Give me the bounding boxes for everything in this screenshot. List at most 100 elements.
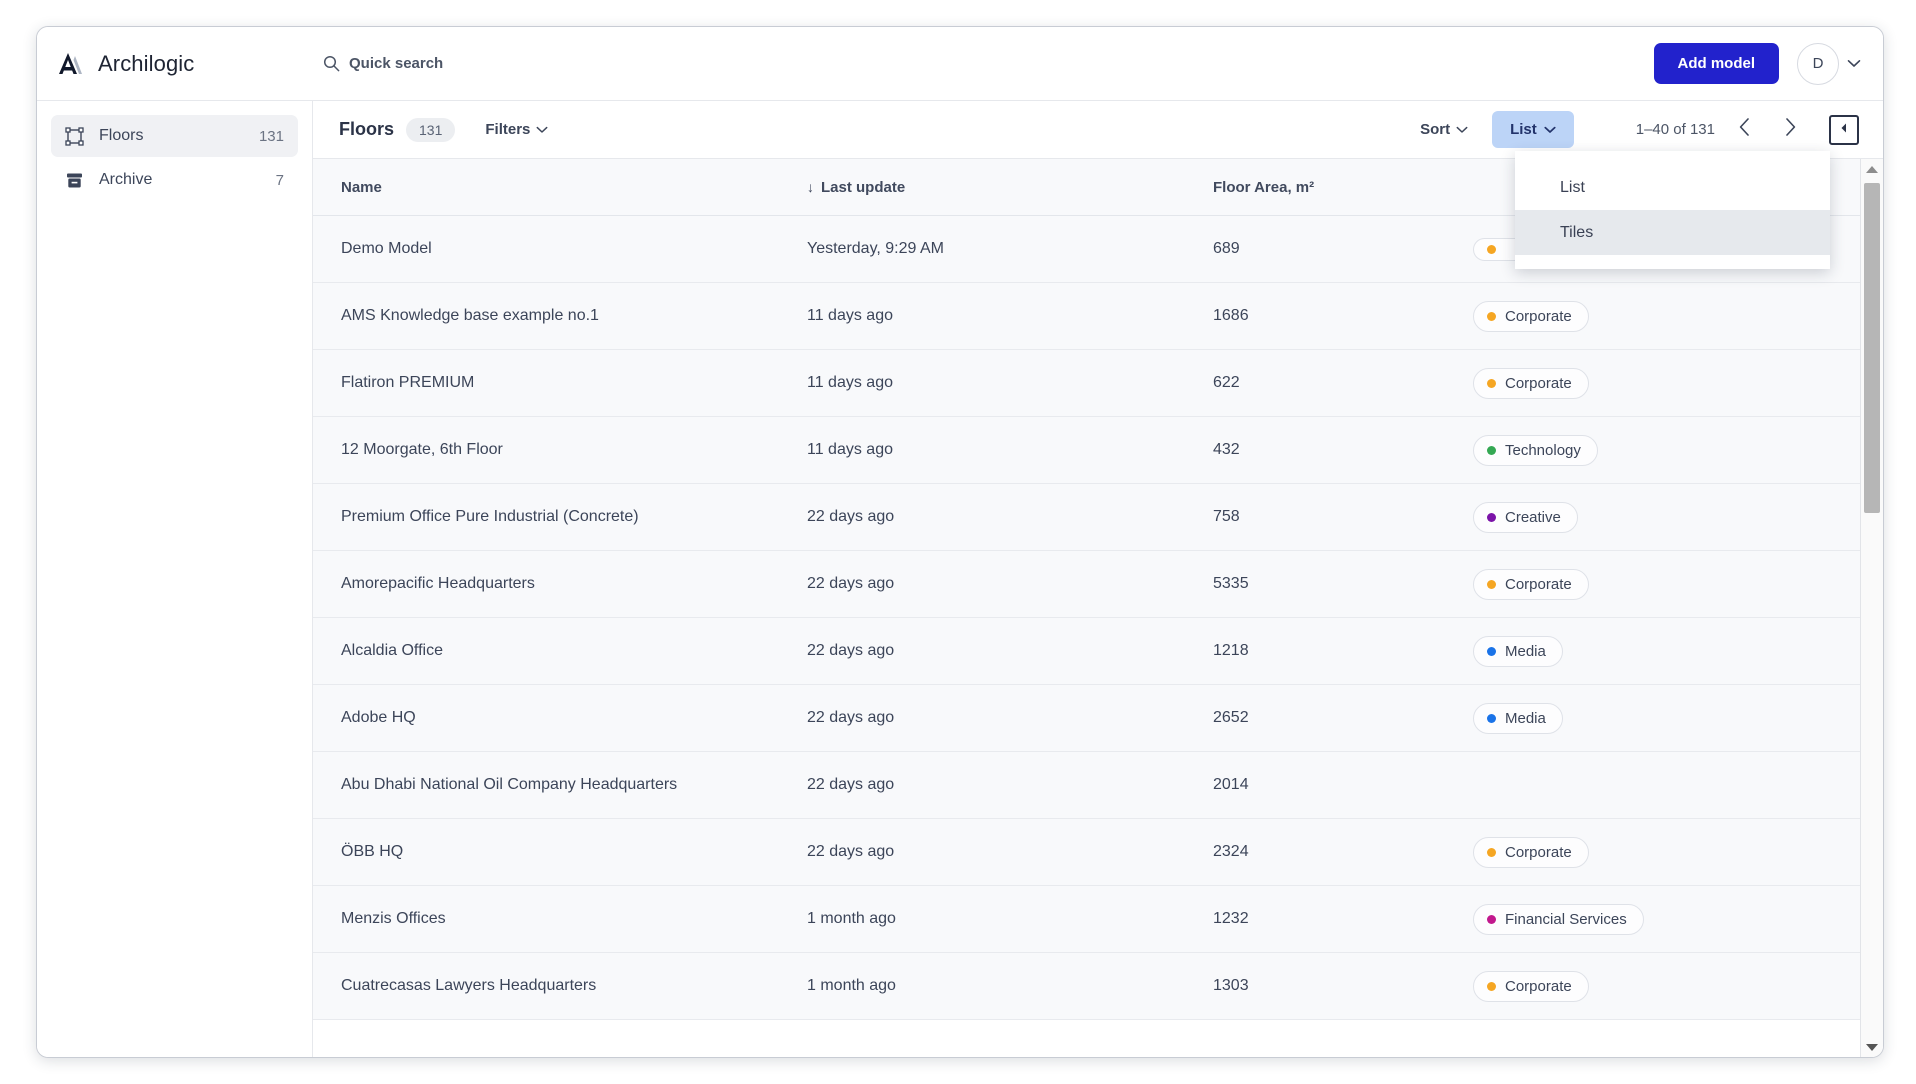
add-model-button[interactable]: Add model — [1653, 43, 1779, 84]
table-row[interactable]: Premium Office Pure Industrial (Concrete… — [313, 484, 1883, 551]
tag-color-dot — [1487, 579, 1496, 589]
table-row[interactable]: AMS Knowledge base example no.1 11 days a… — [313, 283, 1883, 350]
chevron-down-icon — [1456, 121, 1468, 138]
table-row[interactable]: Adobe HQ 22 days ago 2652 Media — [313, 685, 1883, 752]
next-page-button[interactable] — [1773, 113, 1807, 147]
table-row[interactable]: Abu Dhabi National Oil Company Headquart… — [313, 752, 1883, 819]
table-row[interactable]: Alcaldia Office 22 days ago 1218 Media — [313, 618, 1883, 685]
cell-name: ÖBB HQ — [341, 843, 404, 860]
tag-label: Financial Services — [1505, 910, 1627, 928]
view-mode-button[interactable]: List — [1492, 111, 1574, 148]
collapse-panel-button[interactable] — [1829, 114, 1859, 145]
cell-floor-area: 5335 — [1213, 575, 1249, 592]
cell-last-update: 22 days ago — [807, 709, 895, 726]
tag-chip[interactable]: Corporate — [1473, 300, 1589, 332]
archive-box-icon — [65, 171, 84, 190]
tag-chip[interactable]: Technology — [1473, 434, 1598, 466]
cell-last-update: 1 month ago — [807, 977, 896, 994]
table-body: Demo Model Yesterday, 9:29 AM 689 AMS Knowl… — [313, 216, 1883, 1020]
top-bar: Archilogic Quick search Add model D — [37, 27, 1883, 101]
chevron-down-icon — [536, 121, 548, 138]
tag-label: Corporate — [1505, 575, 1572, 593]
cell-last-update: 22 days ago — [807, 776, 895, 793]
table-row[interactable]: ÖBB HQ 22 days ago 2324 Corporate — [313, 819, 1883, 886]
tag-color-dot — [1487, 244, 1496, 254]
table-row[interactable]: Menzis Offices 1 month ago 1232 Financial S… — [313, 886, 1883, 953]
table-row[interactable]: Amorepacific Headquarters 22 days ago 5335… — [313, 551, 1883, 618]
column-header-name[interactable]: Name — [313, 179, 807, 196]
tag-color-dot — [1487, 311, 1496, 321]
floorplan-icon — [65, 126, 84, 146]
table-row[interactable]: Cuatrecasas Lawyers Headquarters 1 month … — [313, 953, 1883, 1020]
tag-label: Creative — [1505, 508, 1561, 526]
sidebar: Floors 131 Archive 7 — [37, 101, 313, 1057]
cell-name: Alcaldia Office — [341, 642, 443, 659]
tag-chip[interactable]: Creative — [1473, 501, 1578, 533]
scroll-up-arrow-icon[interactable] — [1861, 159, 1883, 179]
tag-color-dot — [1487, 378, 1496, 388]
tag-color-dot — [1487, 847, 1496, 857]
search-input[interactable]: Quick search — [323, 55, 443, 72]
cell-floor-area: 2652 — [1213, 709, 1249, 726]
account-menu[interactable]: D — [1797, 42, 1861, 85]
cell-name: Menzis Offices — [341, 910, 446, 927]
tag-chip[interactable]: Media — [1473, 702, 1563, 734]
chevron-down-icon — [1544, 121, 1556, 138]
vertical-scrollbar[interactable] — [1860, 159, 1883, 1057]
cell-last-update: 22 days ago — [807, 642, 895, 659]
cell-last-update: 22 days ago — [807, 843, 895, 860]
cell-last-update: 22 days ago — [807, 508, 895, 525]
chevron-down-icon — [1847, 59, 1861, 68]
cell-name: AMS Knowledge base example no.1 — [341, 307, 599, 324]
tag-chip[interactable]: Corporate — [1473, 367, 1589, 399]
view-mode-dropdown-menu: List Tiles — [1515, 151, 1830, 269]
tag-label: Media — [1505, 642, 1546, 660]
column-header-floor-area[interactable]: Floor Area, m² — [1213, 179, 1473, 196]
collapse-panel-icon — [1839, 121, 1849, 139]
sort-label: Sort — [1420, 121, 1451, 138]
sidebar-item-archive[interactable]: Archive 7 — [51, 159, 298, 201]
tag-chip[interactable]: Financial Services — [1473, 903, 1644, 935]
scroll-down-arrow-icon[interactable] — [1861, 1037, 1883, 1057]
view-menu-item-list[interactable]: List — [1515, 165, 1830, 210]
cell-tags: Corporate — [1473, 367, 1883, 399]
chevron-right-icon — [1784, 117, 1797, 142]
search-icon — [323, 55, 340, 72]
brand[interactable]: Archilogic — [55, 49, 295, 79]
sidebar-item-floors[interactable]: Floors 131 — [51, 115, 298, 157]
tag-chip[interactable]: Corporate — [1473, 568, 1589, 600]
cell-tags: Corporate — [1473, 836, 1883, 868]
view-menu-item-tiles[interactable]: Tiles — [1515, 210, 1830, 255]
cell-tags: Media — [1473, 702, 1883, 734]
cell-floor-area: 432 — [1213, 441, 1240, 458]
sidebar-item-label: Floors — [99, 127, 144, 144]
view-mode-label: List — [1510, 121, 1537, 138]
tag-chip[interactable]: Media — [1473, 635, 1563, 667]
tag-chip[interactable]: Corporate — [1473, 836, 1589, 868]
cell-name: 12 Moorgate, 6th Floor — [341, 441, 503, 458]
cell-last-update: 11 days ago — [807, 374, 893, 391]
cell-floor-area: 2014 — [1213, 776, 1249, 793]
table-row[interactable]: Flatiron PREMIUM 11 days ago 622 Corporate — [313, 350, 1883, 417]
previous-page-button[interactable] — [1727, 113, 1761, 147]
brand-name: Archilogic — [98, 50, 195, 76]
cell-tags: Financial Services — [1473, 903, 1883, 935]
chevron-left-icon — [1738, 117, 1751, 142]
cell-floor-area: 622 — [1213, 374, 1240, 391]
table-row[interactable]: 12 Moorgate, 6th Floor 11 days ago 432 Tech… — [313, 417, 1883, 484]
filters-button[interactable]: Filters — [485, 121, 548, 138]
tag-chip[interactable]: Corporate — [1473, 970, 1589, 1002]
cell-tags: Creative — [1473, 501, 1883, 533]
cell-name: Abu Dhabi National Oil Company Headquart… — [341, 776, 678, 793]
top-bar-actions: Add model D — [1653, 27, 1862, 100]
cell-tags: Corporate — [1473, 300, 1883, 332]
tag-label: Corporate — [1505, 307, 1572, 325]
cell-name: Flatiron PREMIUM — [341, 374, 475, 391]
tag-color-dot — [1487, 445, 1496, 455]
column-header-label: Last update — [821, 178, 906, 196]
sidebar-item-count: 131 — [258, 127, 284, 145]
sort-button[interactable]: Sort — [1410, 113, 1478, 146]
scrollbar-thumb[interactable] — [1864, 183, 1880, 513]
column-header-last-update[interactable]: ↓ Last update — [807, 179, 1213, 196]
cell-tags: Corporate — [1473, 970, 1883, 1002]
